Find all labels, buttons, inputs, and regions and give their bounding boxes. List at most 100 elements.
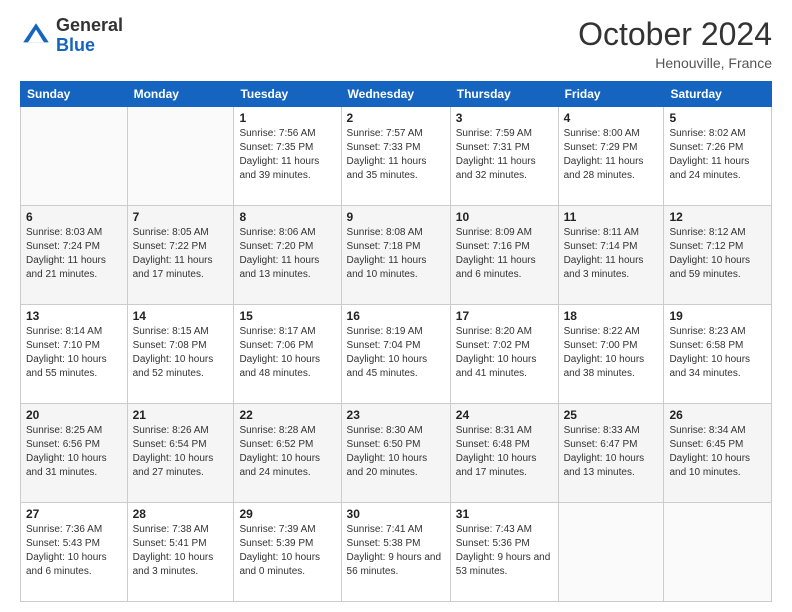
calendar-cell-2-4: 17 Sunrise: 8:20 AMSunset: 7:02 PMDayligh… (450, 305, 558, 404)
cell-info: Sunrise: 8:22 AMSunset: 7:00 PMDaylight:… (564, 325, 659, 381)
cell-day-number: 22 (239, 408, 335, 422)
calendar-cell-3-1: 21 Sunrise: 8:26 AMSunset: 6:54 PMDayligh… (127, 404, 234, 503)
calendar-cell-0-4: 3 Sunrise: 7:59 AMSunset: 7:31 PMDaylight… (450, 107, 558, 206)
cell-info: Sunrise: 8:19 AMSunset: 7:04 PMDaylight:… (347, 325, 445, 381)
cell-day-number: 31 (456, 507, 553, 521)
cell-day-number: 21 (133, 408, 229, 422)
cell-info: Sunrise: 8:02 AMSunset: 7:26 PMDaylight:… (669, 127, 766, 183)
calendar-cell-1-5: 11Sunrise: 8:11 AMSunset: 7:14 PMDayligh… (558, 206, 664, 305)
calendar-cell-1-4: 10 Sunrise: 8:09 AMSunset: 7:16 PMDayligh… (450, 206, 558, 305)
calendar-cell-4-1: 28Sunrise: 7:38 AMSunset: 5:41 PMDayligh… (127, 503, 234, 602)
cell-info: Sunrise: 7:43 AMSunset: 5:36 PMDaylight:… (456, 523, 553, 579)
calendar-cell-4-2: 29Sunrise: 7:39 AMSunset: 5:39 PMDayligh… (234, 503, 341, 602)
calendar-cell-3-3: 23 Sunrise: 8:30 AMSunset: 6:50 PMDayligh… (341, 404, 450, 503)
calendar-cell-2-5: 18 Sunrise: 8:22 AMSunset: 7:00 PMDayligh… (558, 305, 664, 404)
cell-day-number: 10 (456, 210, 553, 224)
cell-day-number: 19 (669, 309, 766, 323)
logo: General Blue (20, 16, 123, 56)
col-monday: Monday (127, 82, 234, 107)
calendar-cell-4-3: 30Sunrise: 7:41 AMSunset: 5:38 PMDayligh… (341, 503, 450, 602)
calendar-cell-0-0 (21, 107, 128, 206)
calendar-cell-0-6: 5 Sunrise: 8:02 AMSunset: 7:26 PMDaylight… (664, 107, 772, 206)
month-title: October 2024 (578, 16, 772, 53)
calendar-cell-2-6: 19 Sunrise: 8:23 AMSunset: 6:58 PMDayligh… (664, 305, 772, 404)
logo-general: General (56, 15, 123, 35)
cell-day-number: 12 (669, 210, 766, 224)
cell-info: Sunrise: 8:11 AMSunset: 7:14 PMDaylight:… (564, 226, 659, 282)
cell-info: Sunrise: 8:28 AMSunset: 6:52 PMDaylight:… (239, 424, 335, 480)
cell-info: Sunrise: 7:57 AMSunset: 7:33 PMDaylight:… (347, 127, 445, 183)
cell-day-number: 16 (347, 309, 445, 323)
cell-day-number: 7 (133, 210, 229, 224)
cell-info: Sunrise: 7:36 AMSunset: 5:43 PMDaylight:… (26, 523, 122, 579)
calendar-week-4: 27 Sunrise: 7:36 AMSunset: 5:43 PMDayligh… (21, 503, 772, 602)
calendar-cell-1-2: 8 Sunrise: 8:06 AMSunset: 7:20 PMDaylight… (234, 206, 341, 305)
cell-day-number: 28 (133, 507, 229, 521)
cell-info: Sunrise: 8:08 AMSunset: 7:18 PMDaylight:… (347, 226, 445, 282)
cell-day-number: 6 (26, 210, 122, 224)
calendar-week-2: 13 Sunrise: 8:14 AMSunset: 7:10 PMDayligh… (21, 305, 772, 404)
cell-info: Sunrise: 8:26 AMSunset: 6:54 PMDaylight:… (133, 424, 229, 480)
cell-info: Sunrise: 8:14 AMSunset: 7:10 PMDaylight:… (26, 325, 122, 381)
cell-day-number: 24 (456, 408, 553, 422)
logo-icon (20, 20, 52, 52)
calendar-cell-3-4: 24Sunrise: 8:31 AMSunset: 6:48 PMDayligh… (450, 404, 558, 503)
logo-text: General Blue (56, 16, 123, 56)
calendar-cell-3-5: 25Sunrise: 8:33 AMSunset: 6:47 PMDayligh… (558, 404, 664, 503)
cell-info: Sunrise: 8:15 AMSunset: 7:08 PMDaylight:… (133, 325, 229, 381)
cell-day-number: 26 (669, 408, 766, 422)
calendar-cell-3-6: 26 Sunrise: 8:34 AMSunset: 6:45 PMDayligh… (664, 404, 772, 503)
calendar-cell-2-2: 15 Sunrise: 8:17 AMSunset: 7:06 PMDayligh… (234, 305, 341, 404)
calendar-cell-1-3: 9 Sunrise: 8:08 AMSunset: 7:18 PMDaylight… (341, 206, 450, 305)
col-sunday: Sunday (21, 82, 128, 107)
cell-day-number: 17 (456, 309, 553, 323)
cell-info: Sunrise: 8:06 AMSunset: 7:20 PMDaylight:… (239, 226, 335, 282)
cell-info: Sunrise: 8:34 AMSunset: 6:45 PMDaylight:… (669, 424, 766, 480)
calendar-week-1: 6 Sunrise: 8:03 AMSunset: 7:24 PMDaylight… (21, 206, 772, 305)
calendar-cell-4-0: 27 Sunrise: 7:36 AMSunset: 5:43 PMDayligh… (21, 503, 128, 602)
cell-day-number: 3 (456, 111, 553, 125)
cell-info: Sunrise: 8:20 AMSunset: 7:02 PMDaylight:… (456, 325, 553, 381)
cell-day-number: 29 (239, 507, 335, 521)
cell-day-number: 23 (347, 408, 445, 422)
calendar-cell-0-2: 1Sunrise: 7:56 AMSunset: 7:35 PMDaylight… (234, 107, 341, 206)
col-thursday: Thursday (450, 82, 558, 107)
cell-info: Sunrise: 8:30 AMSunset: 6:50 PMDaylight:… (347, 424, 445, 480)
page: General Blue October 2024 Henouville, Fr… (0, 0, 792, 612)
cell-info: Sunrise: 8:12 AMSunset: 7:12 PMDaylight:… (669, 226, 766, 282)
col-friday: Friday (558, 82, 664, 107)
calendar-cell-0-3: 2 Sunrise: 7:57 AMSunset: 7:33 PMDaylight… (341, 107, 450, 206)
cell-info: Sunrise: 8:23 AMSunset: 6:58 PMDaylight:… (669, 325, 766, 381)
cell-day-number: 13 (26, 309, 122, 323)
cell-day-number: 8 (239, 210, 335, 224)
header: General Blue October 2024 Henouville, Fr… (20, 16, 772, 71)
calendar-cell-1-0: 6 Sunrise: 8:03 AMSunset: 7:24 PMDaylight… (21, 206, 128, 305)
cell-info: Sunrise: 8:17 AMSunset: 7:06 PMDaylight:… (239, 325, 335, 381)
cell-day-number: 30 (347, 507, 445, 521)
calendar-cell-1-6: 12 Sunrise: 8:12 AMSunset: 7:12 PMDayligh… (664, 206, 772, 305)
calendar-cell-2-1: 14Sunrise: 8:15 AMSunset: 7:08 PMDayligh… (127, 305, 234, 404)
col-tuesday: Tuesday (234, 82, 341, 107)
cell-day-number: 5 (669, 111, 766, 125)
cell-day-number: 15 (239, 309, 335, 323)
cell-day-number: 1 (239, 111, 335, 125)
cell-info: Sunrise: 8:03 AMSunset: 7:24 PMDaylight:… (26, 226, 122, 282)
calendar-cell-2-3: 16 Sunrise: 8:19 AMSunset: 7:04 PMDayligh… (341, 305, 450, 404)
cell-day-number: 2 (347, 111, 445, 125)
cell-info: Sunrise: 7:59 AMSunset: 7:31 PMDaylight:… (456, 127, 553, 183)
cell-day-number: 27 (26, 507, 122, 521)
col-wednesday: Wednesday (341, 82, 450, 107)
cell-info: Sunrise: 8:25 AMSunset: 6:56 PMDaylight:… (26, 424, 122, 480)
subtitle: Henouville, France (578, 55, 772, 71)
cell-day-number: 9 (347, 210, 445, 224)
cell-day-number: 18 (564, 309, 659, 323)
calendar-cell-4-5 (558, 503, 664, 602)
calendar-cell-3-0: 20Sunrise: 8:25 AMSunset: 6:56 PMDayligh… (21, 404, 128, 503)
calendar-cell-0-1 (127, 107, 234, 206)
title-block: October 2024 Henouville, France (578, 16, 772, 71)
header-row: Sunday Monday Tuesday Wednesday Thursday… (21, 82, 772, 107)
logo-blue: Blue (56, 35, 95, 55)
calendar-cell-4-6 (664, 503, 772, 602)
cell-info: Sunrise: 8:09 AMSunset: 7:16 PMDaylight:… (456, 226, 553, 282)
calendar-week-0: 1Sunrise: 7:56 AMSunset: 7:35 PMDaylight… (21, 107, 772, 206)
